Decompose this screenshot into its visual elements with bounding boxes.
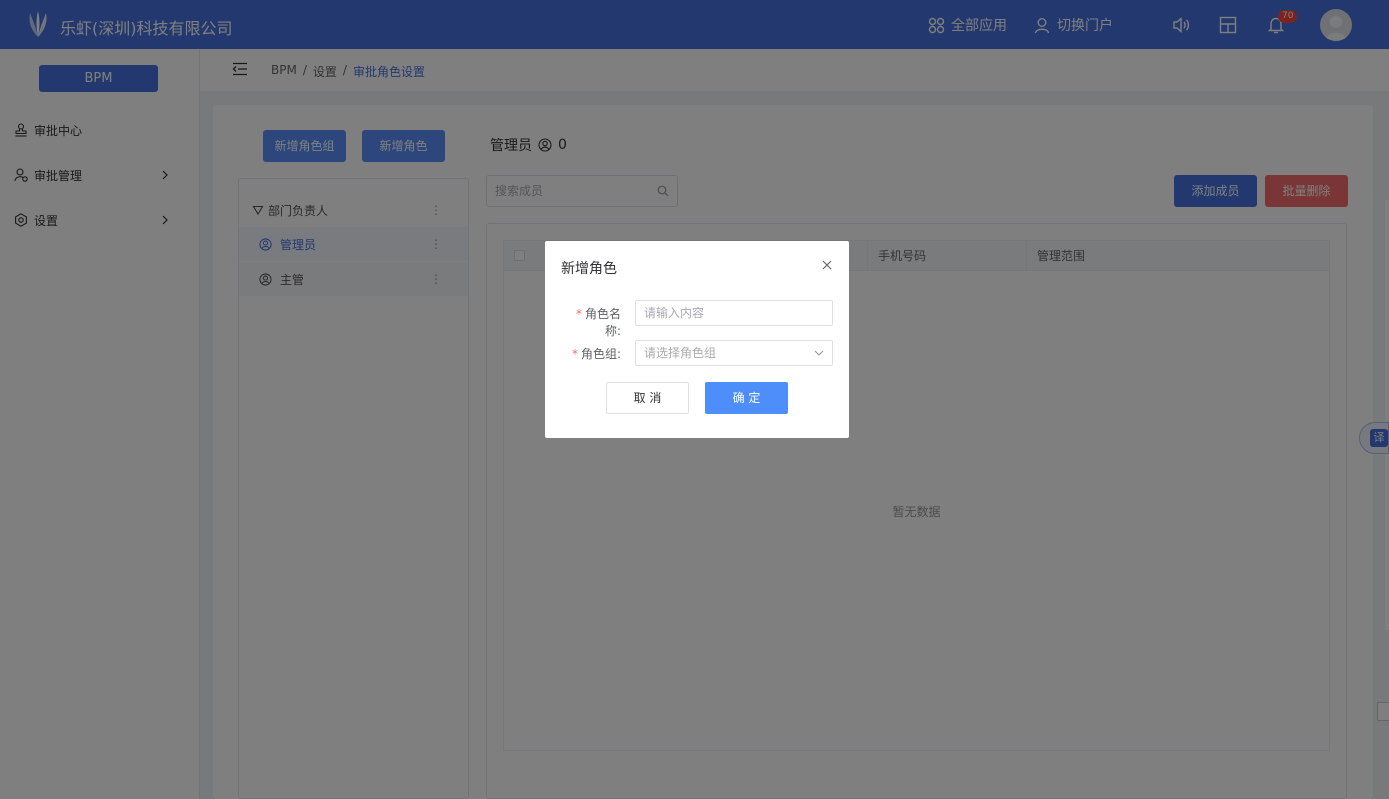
- role-name-label: * 角色名称:: [561, 305, 621, 339]
- role-name-input[interactable]: [636, 301, 832, 325]
- cancel-button[interactable]: 取 消: [606, 382, 689, 414]
- role-name-field: [635, 300, 833, 326]
- confirm-button[interactable]: 确 定: [705, 382, 788, 414]
- required-mark: *: [575, 307, 582, 321]
- role-name-label-text: 角色名称:: [584, 307, 621, 338]
- role-group-label: * 角色组:: [561, 345, 621, 362]
- add-role-dialog: 新增角色 *角色名称: *角色组: 取 消 确 定: [545, 241, 849, 438]
- chevron-down-icon: [814, 350, 824, 356]
- required-mark: *: [571, 347, 578, 361]
- close-icon[interactable]: [822, 260, 832, 270]
- role-group-select[interactable]: [635, 340, 833, 366]
- dialog-title: 新增角色: [561, 261, 617, 277]
- role-group-input[interactable]: [636, 341, 832, 365]
- role-group-label-text: 角色组:: [580, 347, 621, 361]
